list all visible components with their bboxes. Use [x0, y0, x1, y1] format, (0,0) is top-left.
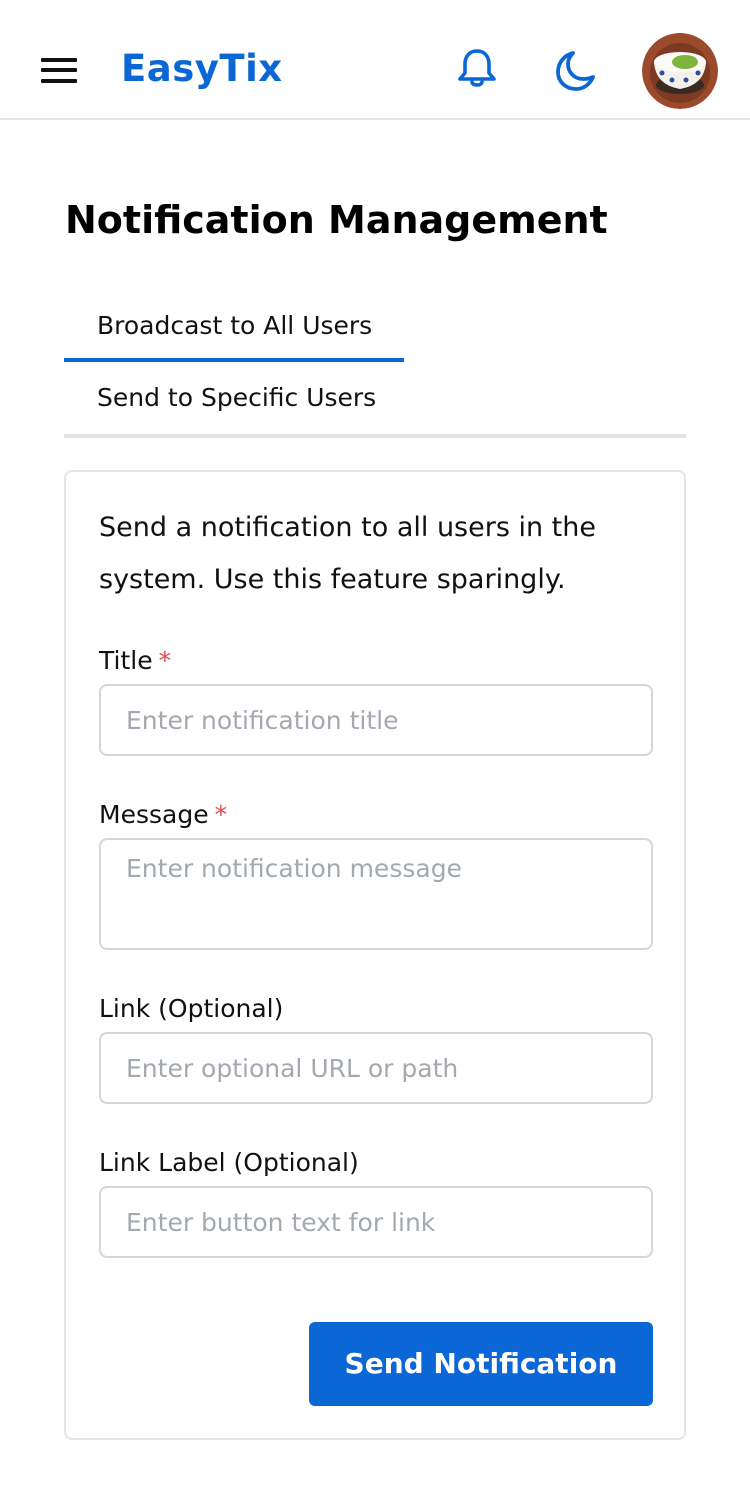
tab-broadcast-all-users[interactable]: Broadcast to All Users	[64, 290, 404, 362]
user-avatar[interactable]	[642, 33, 718, 109]
tabs-divider	[64, 434, 686, 438]
tab-send-specific-users[interactable]: Send to Specific Users	[64, 362, 404, 434]
form-description: Send a notification to all users in the …	[99, 512, 596, 595]
title-label-text: Title	[99, 646, 153, 675]
bell-icon[interactable]	[455, 46, 499, 90]
message-label-text: Message	[99, 800, 209, 829]
app-header: EasyTix	[0, 0, 750, 120]
link-input[interactable]	[99, 1032, 653, 1104]
brand-logo[interactable]: EasyTix	[121, 45, 283, 93]
hamburger-menu-icon[interactable]	[40, 50, 80, 90]
required-asterisk: *	[158, 646, 172, 675]
message-textarea[interactable]	[99, 838, 653, 950]
page-title: Notification Management	[65, 198, 608, 242]
tab-list: Broadcast to All Users Send to Specific …	[64, 290, 686, 438]
moon-icon[interactable]	[553, 48, 599, 94]
link-label: Link (Optional)	[99, 994, 284, 1023]
message-label: Message *	[99, 798, 227, 832]
link-label-input[interactable]	[99, 1186, 653, 1258]
required-asterisk: *	[214, 800, 228, 829]
title-input[interactable]	[99, 684, 653, 756]
link-label-label: Link Label (Optional)	[99, 1148, 359, 1177]
title-label: Title *	[99, 644, 171, 678]
broadcast-form-card: Send a notification to all users in the …	[64, 470, 686, 1440]
send-notification-button[interactable]: Send Notification	[309, 1322, 653, 1406]
